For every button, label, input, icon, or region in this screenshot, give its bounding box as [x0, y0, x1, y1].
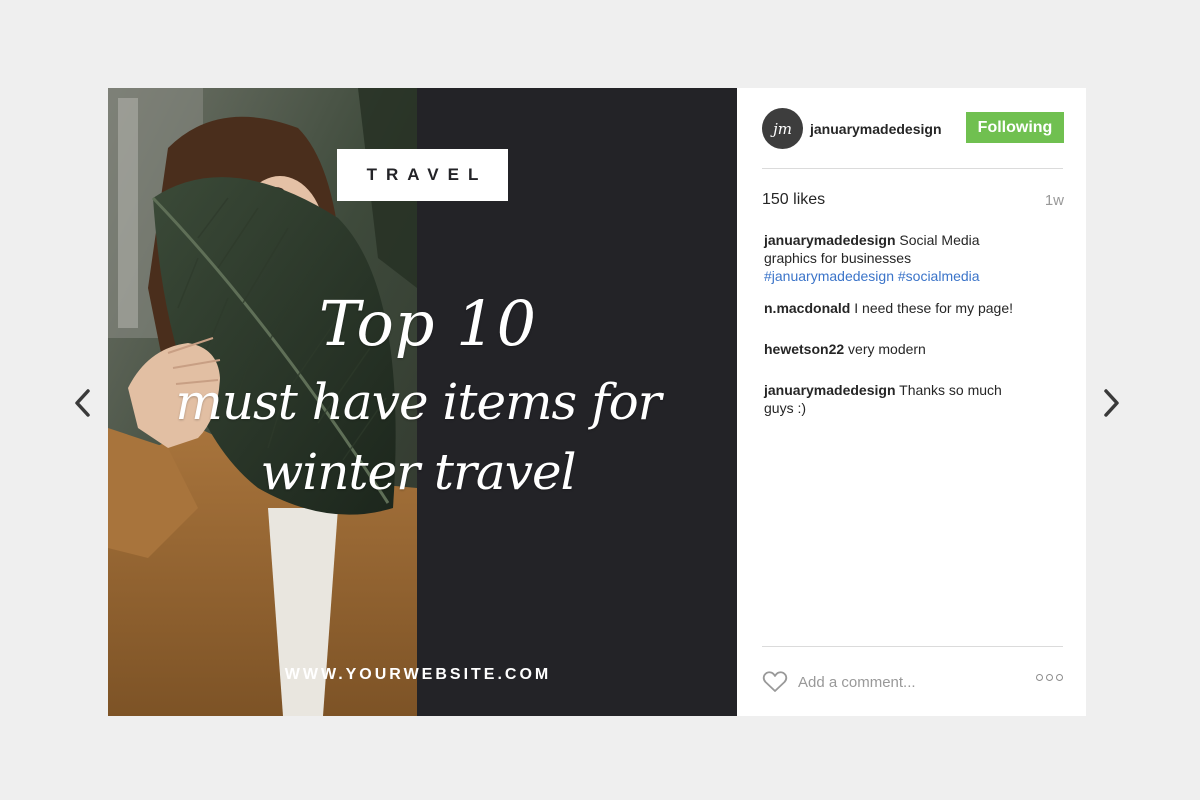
comment: hewetson22 very modern	[764, 340, 1034, 358]
previous-arrow-button[interactable]	[71, 387, 95, 419]
headline-line-3: winter travel	[260, 443, 576, 501]
post-header: jm januarymadedesign Following	[762, 106, 1064, 169]
heart-icon[interactable]	[762, 670, 788, 699]
post-time: 1w	[1044, 192, 1064, 209]
comment-username[interactable]: hewetson22	[764, 341, 844, 357]
comment-username[interactable]: n.macdonald	[764, 300, 850, 316]
comment-text: very modern	[844, 341, 926, 357]
following-button[interactable]: Following	[966, 112, 1064, 143]
likes-count[interactable]: 150 likes	[762, 191, 825, 209]
headline-line-2: must have items for	[175, 373, 661, 431]
post-sidebar: jm januarymadedesign Following 150 likes…	[737, 88, 1086, 716]
comment: januarymadedesign Thanks so much guys :)	[764, 381, 1034, 417]
chevron-left-icon	[75, 389, 90, 417]
hashtag-links[interactable]: #januarymadedesign #socialmedia	[764, 268, 980, 284]
comments-list: januarymadedesign Social Media graphics …	[764, 231, 1034, 417]
comment: n.macdonald I need these for my page!	[764, 299, 1034, 317]
headline-line-1: Top 10	[318, 287, 538, 360]
category-label: TRAVEL	[366, 165, 488, 184]
username-link[interactable]: januarymadedesign	[810, 121, 942, 137]
more-options-icon[interactable]	[1036, 674, 1063, 681]
comment-bar	[762, 646, 1063, 717]
post-image[interactable]: TRAVEL Top 10 must have items for winter…	[108, 88, 737, 716]
comment-input[interactable]	[798, 671, 1018, 693]
avatar[interactable]: jm	[762, 108, 803, 149]
website-url: WWW.YOURWEBSITE.COM	[284, 666, 552, 683]
comment-username[interactable]: januarymadedesign	[764, 232, 896, 248]
post-frame: TRAVEL Top 10 must have items for winter…	[108, 88, 1086, 716]
comment-username[interactable]: januarymadedesign	[764, 382, 896, 398]
caption: januarymadedesign Social Media graphics …	[764, 231, 1034, 285]
dot	[1036, 674, 1043, 681]
dot	[1056, 674, 1063, 681]
post-headline: Top 10 must have items for winter travel	[168, 287, 668, 501]
chevron-right-icon	[1104, 389, 1119, 417]
comment-text: I need these for my page!	[850, 300, 1014, 316]
dot	[1046, 674, 1053, 681]
next-arrow-button[interactable]	[1099, 387, 1123, 419]
category-label-box: TRAVEL	[337, 149, 508, 201]
